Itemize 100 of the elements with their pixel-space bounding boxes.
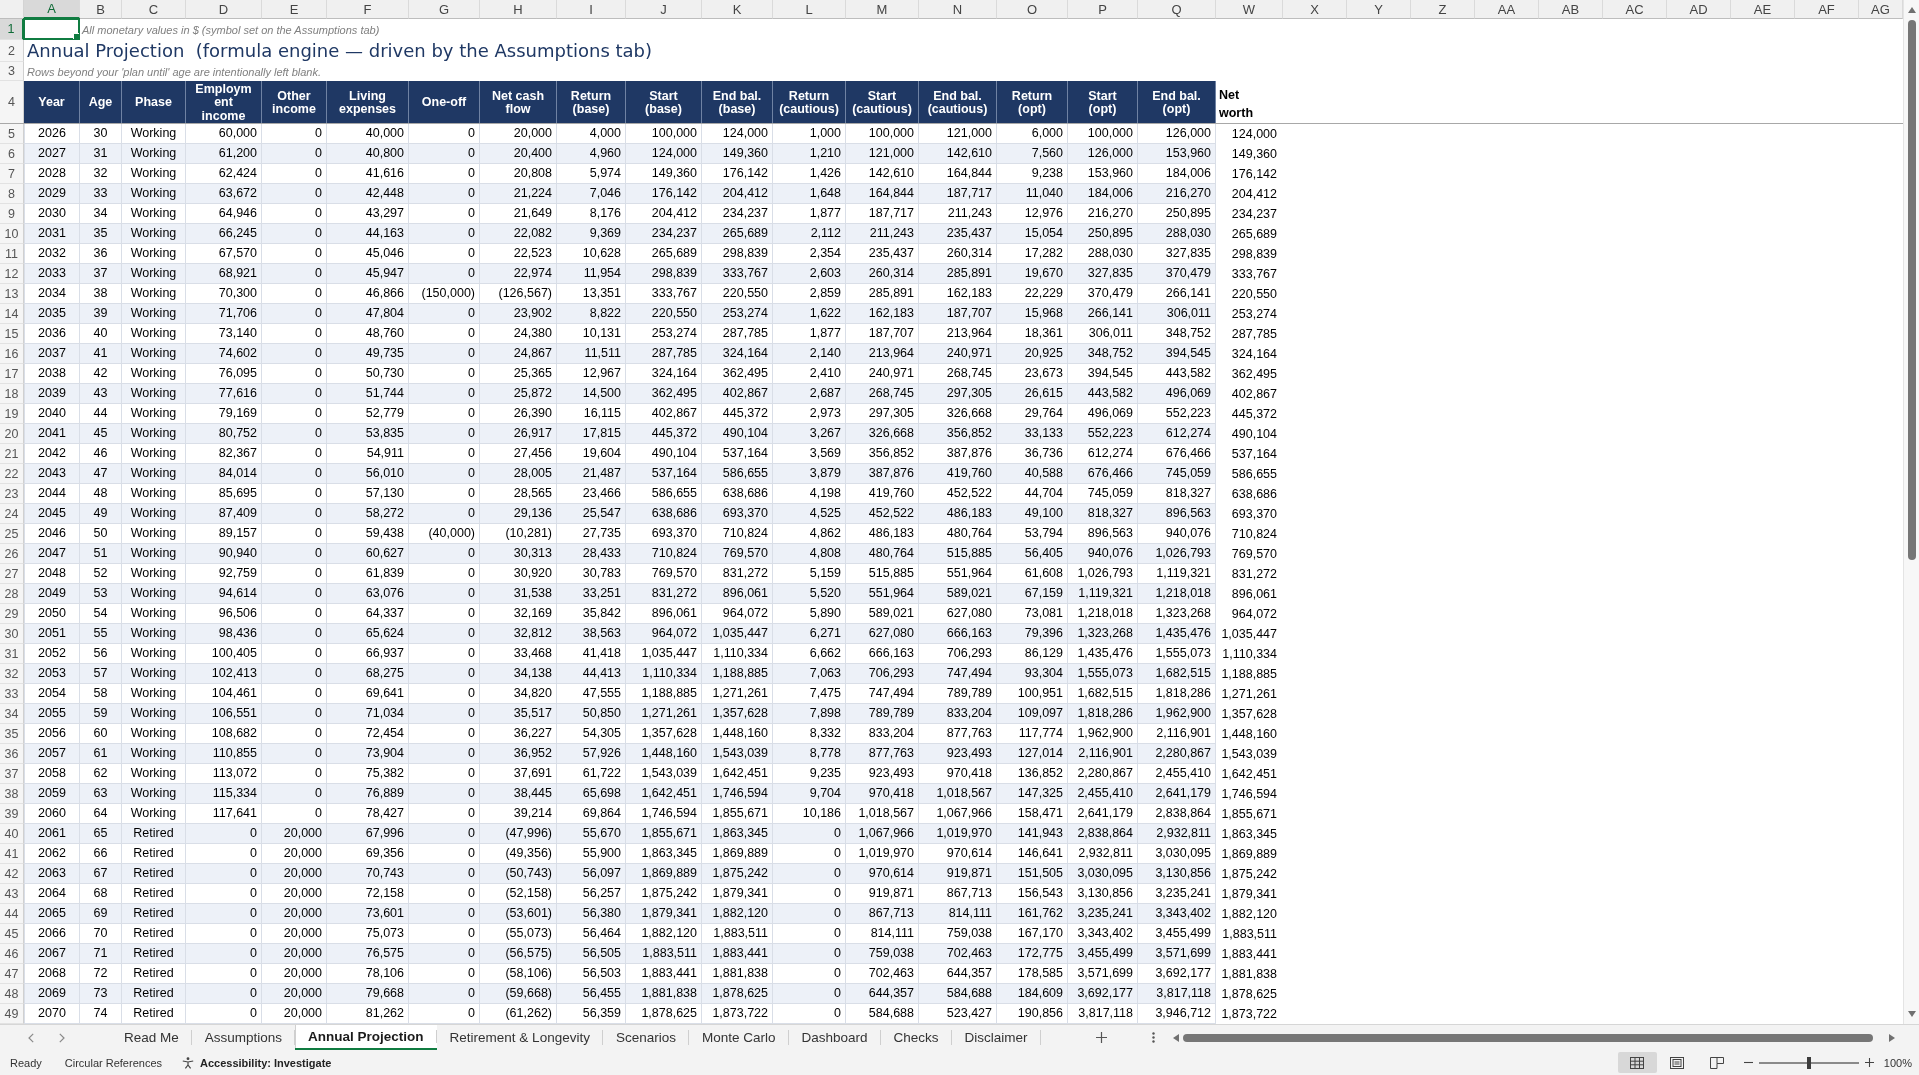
row-header[interactable]: 32 xyxy=(0,664,24,684)
vertical-scrollbar[interactable] xyxy=(1903,0,1919,1024)
sheet-tab[interactable]: Scenarios xyxy=(602,1025,689,1050)
view-button[interactable] xyxy=(1617,1052,1657,1073)
row-header[interactable]: 3 xyxy=(0,62,24,81)
row-header[interactable]: 19 xyxy=(0,404,24,424)
row-header[interactable]: 31 xyxy=(0,644,24,664)
zoom-percentage[interactable]: 100% xyxy=(1883,1056,1912,1069)
up-arrow-icon[interactable] xyxy=(1907,7,1916,13)
row-header[interactable]: 30 xyxy=(0,624,24,644)
plus-icon[interactable] xyxy=(1864,1058,1874,1067)
down-arrow-icon[interactable] xyxy=(1907,1011,1916,1017)
row-header[interactable]: 12 xyxy=(0,264,24,284)
row-header[interactable]: 21 xyxy=(0,444,24,464)
sheet-tab[interactable]: Annual Projection xyxy=(295,1025,437,1050)
row-header[interactable]: 38 xyxy=(0,784,24,804)
row-header[interactable]: 34 xyxy=(0,704,24,724)
row-header[interactable]: 5 xyxy=(0,124,24,144)
row-header[interactable]: 35 xyxy=(0,724,24,744)
sheet-tab[interactable]: Dashboard xyxy=(788,1025,881,1050)
column-header[interactable]: AE xyxy=(1731,0,1795,19)
column-header[interactable]: AD xyxy=(1667,0,1731,19)
row-header[interactable]: 41 xyxy=(0,844,24,864)
chevron-left-icon[interactable] xyxy=(28,1032,34,1043)
column-header[interactable]: Y xyxy=(1347,0,1411,19)
row-header[interactable]: 11 xyxy=(0,244,24,264)
column-header[interactable]: F xyxy=(327,0,409,19)
row-header[interactable]: 9 xyxy=(0,204,24,224)
row-header[interactable]: 8 xyxy=(0,184,24,204)
column-header[interactable]: D xyxy=(186,0,262,19)
row-header[interactable]: 15 xyxy=(0,324,24,344)
column-header[interactable]: H xyxy=(480,0,557,19)
column-header[interactable]: W xyxy=(1216,0,1283,19)
row-header[interactable]: 46 xyxy=(0,944,24,964)
column-header[interactable]: E xyxy=(262,0,327,19)
column-header[interactable]: G xyxy=(409,0,480,19)
row-header[interactable]: 43 xyxy=(0,884,24,904)
column-header[interactable]: J xyxy=(626,0,702,19)
row-header[interactable]: 17 xyxy=(0,364,24,384)
row-header[interactable]: 26 xyxy=(0,544,24,564)
column-header[interactable]: AF xyxy=(1795,0,1859,19)
column-header[interactable]: AC xyxy=(1603,0,1667,19)
column-header[interactable]: O xyxy=(997,0,1068,19)
chevron-right-icon[interactable] xyxy=(59,1032,65,1043)
column-header[interactable]: M xyxy=(846,0,919,19)
column-header[interactable]: Z xyxy=(1411,0,1475,19)
accessibility-button[interactable]: Accessibility: Investigate xyxy=(182,1056,332,1069)
row-header[interactable]: 40 xyxy=(0,824,24,844)
row-header[interactable]: 49 xyxy=(0,1004,24,1024)
right-arrow-icon[interactable] xyxy=(1889,1033,1895,1042)
left-arrow-icon[interactable] xyxy=(1173,1033,1179,1042)
row-header[interactable]: 44 xyxy=(0,904,24,924)
row-header[interactable]: 16 xyxy=(0,344,24,364)
row-header[interactable]: 14 xyxy=(0,304,24,324)
row-header[interactable]: 23 xyxy=(0,484,24,504)
row-header[interactable]: 24 xyxy=(0,504,24,524)
row-header[interactable]: 42 xyxy=(0,864,24,884)
sheet-tab[interactable]: Retirement & Longevity xyxy=(436,1025,603,1050)
row-header[interactable]: 7 xyxy=(0,164,24,184)
row-header[interactable]: 22 xyxy=(0,464,24,484)
row-header[interactable]: 18 xyxy=(0,384,24,404)
scrollbar-thumb[interactable] xyxy=(1183,1033,1873,1042)
row-header[interactable]: 29 xyxy=(0,604,24,624)
column-header[interactable]: AA xyxy=(1475,0,1539,19)
scrollbar-thumb[interactable] xyxy=(1907,20,1916,560)
row-header[interactable]: 33 xyxy=(0,684,24,704)
row-header[interactable]: 48 xyxy=(0,984,24,1004)
column-header[interactable]: X xyxy=(1283,0,1347,19)
sheet-tab[interactable]: Assumptions xyxy=(191,1025,296,1050)
column-header[interactable]: K xyxy=(702,0,773,19)
sheet-tab[interactable]: Monte Carlo xyxy=(688,1025,789,1050)
plus-icon[interactable] xyxy=(1096,1032,1107,1043)
column-header[interactable]: C xyxy=(122,0,186,19)
row-header[interactable]: 36 xyxy=(0,744,24,764)
status-text[interactable]: Circular References xyxy=(64,1056,162,1069)
row-header[interactable]: 2 xyxy=(0,40,24,62)
column-header[interactable]: AG xyxy=(1859,0,1903,19)
row-header[interactable]: 39 xyxy=(0,804,24,824)
column-header[interactable]: P xyxy=(1068,0,1138,19)
column-header[interactable]: I xyxy=(557,0,626,19)
row-header[interactable]: 25 xyxy=(0,524,24,544)
sheet-tab[interactable]: Read Me xyxy=(111,1025,192,1050)
slider-thumb[interactable] xyxy=(1806,1056,1811,1069)
sheet-tab[interactable]: Checks xyxy=(880,1025,952,1050)
column-header[interactable]: B xyxy=(80,0,122,19)
active-cell[interactable] xyxy=(23,18,80,40)
row-header[interactable]: 4 xyxy=(0,81,24,124)
column-header[interactable]: AB xyxy=(1539,0,1603,19)
row-header[interactable]: 45 xyxy=(0,924,24,944)
row-header[interactable]: 6 xyxy=(0,144,24,164)
row-header[interactable]: 28 xyxy=(0,584,24,604)
row-header[interactable]: 1 xyxy=(0,19,24,40)
column-header[interactable]: Q xyxy=(1138,0,1216,19)
sheet-tab[interactable]: Disclaimer xyxy=(951,1025,1041,1050)
row-header[interactable]: 10 xyxy=(0,224,24,244)
row-header[interactable]: 47 xyxy=(0,964,24,984)
row-header[interactable]: 27 xyxy=(0,564,24,584)
row-header[interactable]: 20 xyxy=(0,424,24,444)
column-header[interactable]: N xyxy=(919,0,997,19)
row-header[interactable]: 37 xyxy=(0,764,24,784)
